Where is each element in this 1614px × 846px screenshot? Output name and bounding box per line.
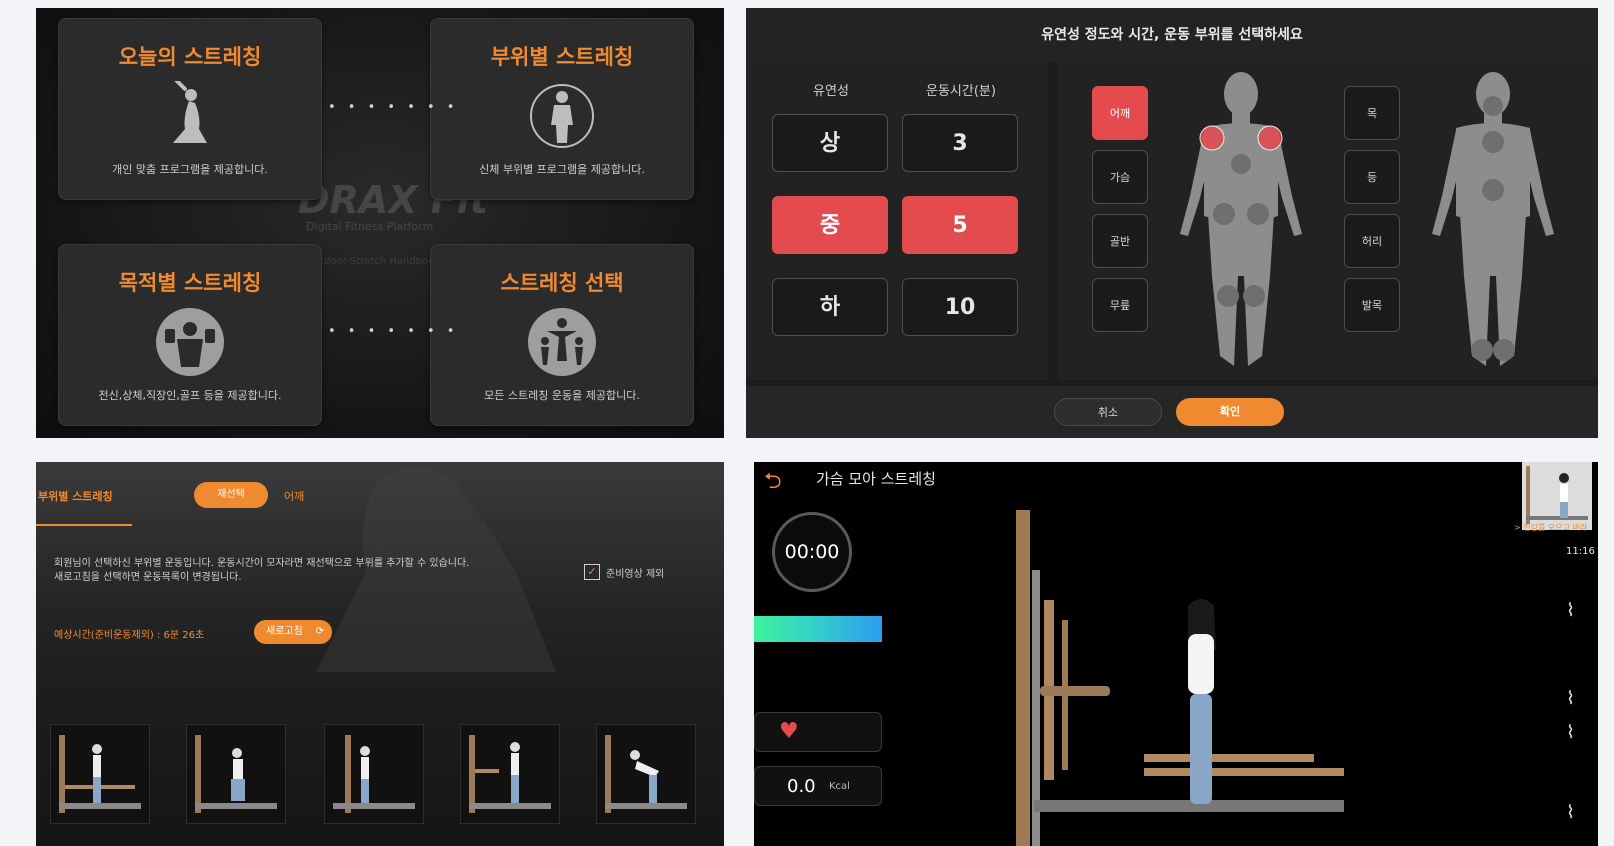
body-rotate-icon (530, 84, 594, 148)
connector-dots-bottom: • • • • • • • (328, 324, 459, 339)
flex-option-mid[interactable]: 중 (772, 196, 888, 254)
dumbbell-person-icon (156, 308, 224, 376)
brand-watermark-sub: Digital Fitness Platform (306, 220, 434, 233)
program-notice-line2: 새로고침을 선택하면 운동목록이 변경됩니다. (54, 572, 242, 583)
reformer-exercise-image (469, 735, 551, 813)
stretching-player-screen: ⮌ 가슴 모아 스트레칭 00:00 ♥ 0.0 Kcal > 천강를 모으고 … (754, 462, 1598, 846)
card-desc: 전신,상체,직장인,골프 등을 제공합니다. (98, 389, 282, 402)
part-ankle-button[interactable]: 발목 (1344, 278, 1400, 332)
card-desc: 개인 맞춤 프로그램을 제공합니다. (112, 163, 268, 176)
card-desc: 모든 스트레칭 운동을 제공합니다. (484, 389, 640, 402)
refresh-label: 새로고침 (266, 626, 303, 637)
exercise-thumb-5[interactable] (596, 724, 696, 824)
reformer-trainer-video (1016, 510, 1344, 846)
stretch-pose-icon-1: ⌇ (1566, 600, 1575, 621)
card-title: 오늘의 스트레칭 (118, 45, 262, 69)
cancel-button[interactable]: 취소 (1054, 398, 1162, 426)
group-exercise-icon (528, 308, 596, 376)
time-option-5[interactable]: 5 (902, 196, 1018, 254)
part-knee-button[interactable]: 무릎 (1092, 278, 1148, 332)
tab-shoulder[interactable]: 어깨 (284, 488, 304, 504)
stretch-pose-icon-2: ⌇ (1566, 688, 1575, 709)
selector-footer: 취소 확인 (746, 386, 1598, 438)
exercise-thumb-1[interactable] (50, 724, 150, 824)
part-pelvis-button[interactable]: 골반 (1092, 214, 1148, 268)
stretch-pose-icon-4: ⌇ (1566, 802, 1575, 823)
refresh-icon: ⟳ (315, 626, 324, 637)
expected-time: 예상시간(준비운동제외) : 6분 26초 (54, 630, 205, 641)
flex-option-low[interactable]: 하 (772, 278, 888, 336)
confirm-button[interactable]: 확인 (1176, 398, 1284, 426)
stretch-pose-icon-3: ⌇ (1566, 722, 1575, 743)
flexibility-selector-screen: 유연성 정도와 시간, 운동 부위를 선택하세요 유연성 운동시간(분) 상 중… (746, 8, 1598, 438)
kcal-unit: Kcal (829, 781, 850, 792)
stretching-menu-screen: DRAX Fit Digital Fitness Platform Outdoo… (36, 8, 724, 438)
exercise-thumb-2[interactable] (186, 724, 286, 824)
kcal-value: 0.0 (787, 776, 816, 797)
part-shoulder-button[interactable]: 어깨 (1092, 86, 1148, 140)
card-title: 스트레칭 선택 (500, 271, 624, 295)
card-purpose-stretching[interactable]: 목적별 스트레칭 전신,상체,직장인,골프 등을 제공합니다. (58, 244, 322, 426)
refresh-button[interactable]: 새로고침 ⟳ (254, 620, 332, 644)
player-title: 가슴 모아 스트레칭 (816, 470, 936, 488)
body-part-selector: 어깨 가슴 골반 무릎 목 등 허리 발목 (1058, 62, 1598, 380)
part-waist-button[interactable]: 허리 (1344, 214, 1400, 268)
body-front-figure (1180, 72, 1302, 366)
part-program-screen: 부위별 스트레칭 재선택 어깨 회원님이 선택하신 부위별 운동입니다. 운동시… (36, 462, 724, 846)
preview-caption: > 천강를 모으고 바라 (1514, 523, 1588, 532)
timer-display: 00:00 (772, 512, 852, 592)
side-time: 11:16 (1566, 546, 1595, 557)
back-icon[interactable]: ⮌ (764, 464, 782, 502)
program-notice-line1: 회원님이 선택하신 부위별 운동입니다. 운동시간이 모자라면 재선택으로 부위… (54, 558, 470, 569)
reformer-exercise-image (333, 735, 415, 813)
part-back-button[interactable]: 등 (1344, 150, 1400, 204)
flex-option-high[interactable]: 상 (772, 114, 888, 172)
card-part-stretching[interactable]: 부위별 스트레칭 신체 부위별 프로그램을 제공합니다. (430, 18, 694, 200)
reformer-exercise-image (59, 735, 141, 813)
time-header: 운동시간(분) (926, 84, 996, 99)
intensity-gradient-bar (754, 616, 882, 642)
connector-dots-top: • • • • • • • (328, 100, 459, 115)
card-desc: 신체 부위별 프로그램을 제공합니다. (479, 163, 645, 176)
calorie-box: 0.0 Kcal (754, 766, 882, 806)
heart-rate-box: ♥ (754, 712, 882, 752)
reformer-exercise-image (195, 735, 277, 813)
card-select-stretching[interactable]: 스트레칭 선택 모든 스트레칭 운동을 제공합니다. (430, 244, 694, 426)
body-back-figure (1432, 72, 1554, 366)
card-title: 목적별 스트레칭 (118, 271, 262, 295)
brand-watermark-sub2: Outdoor Stretch Handbook (306, 256, 440, 267)
exercise-thumb-3[interactable] (324, 724, 424, 824)
preview-thumbnail (1522, 462, 1592, 530)
yoga-pose-icon (173, 81, 207, 143)
selector-title: 유연성 정도와 시간, 운동 부위를 선택하세요 (746, 8, 1598, 62)
exclude-label: 준비영상 제외 (606, 569, 665, 580)
title-underline (36, 524, 132, 526)
card-title: 부위별 스트레칭 (490, 45, 634, 69)
card-today-stretching[interactable]: 오늘의 스트레칭 개인 맞춤 프로그램을 제공합니다. (58, 18, 322, 200)
part-neck-button[interactable]: 목 (1344, 86, 1400, 140)
time-option-3[interactable]: 3 (902, 114, 1018, 172)
tab-reselect[interactable]: 재선택 (194, 482, 268, 508)
exclude-checkbox[interactable]: ✓ (584, 564, 600, 580)
exercise-thumb-4[interactable] (460, 724, 560, 824)
heart-icon: ♥ (779, 719, 799, 744)
reformer-exercise-image (605, 735, 687, 813)
flex-header: 유연성 (813, 84, 849, 99)
program-title: 부위별 스트레칭 (38, 490, 113, 503)
time-option-10[interactable]: 10 (902, 278, 1018, 336)
flex-time-selector: 유연성 운동시간(분) 상 중 하 3 5 10 (746, 62, 1048, 380)
part-chest-button[interactable]: 가슴 (1092, 150, 1148, 204)
